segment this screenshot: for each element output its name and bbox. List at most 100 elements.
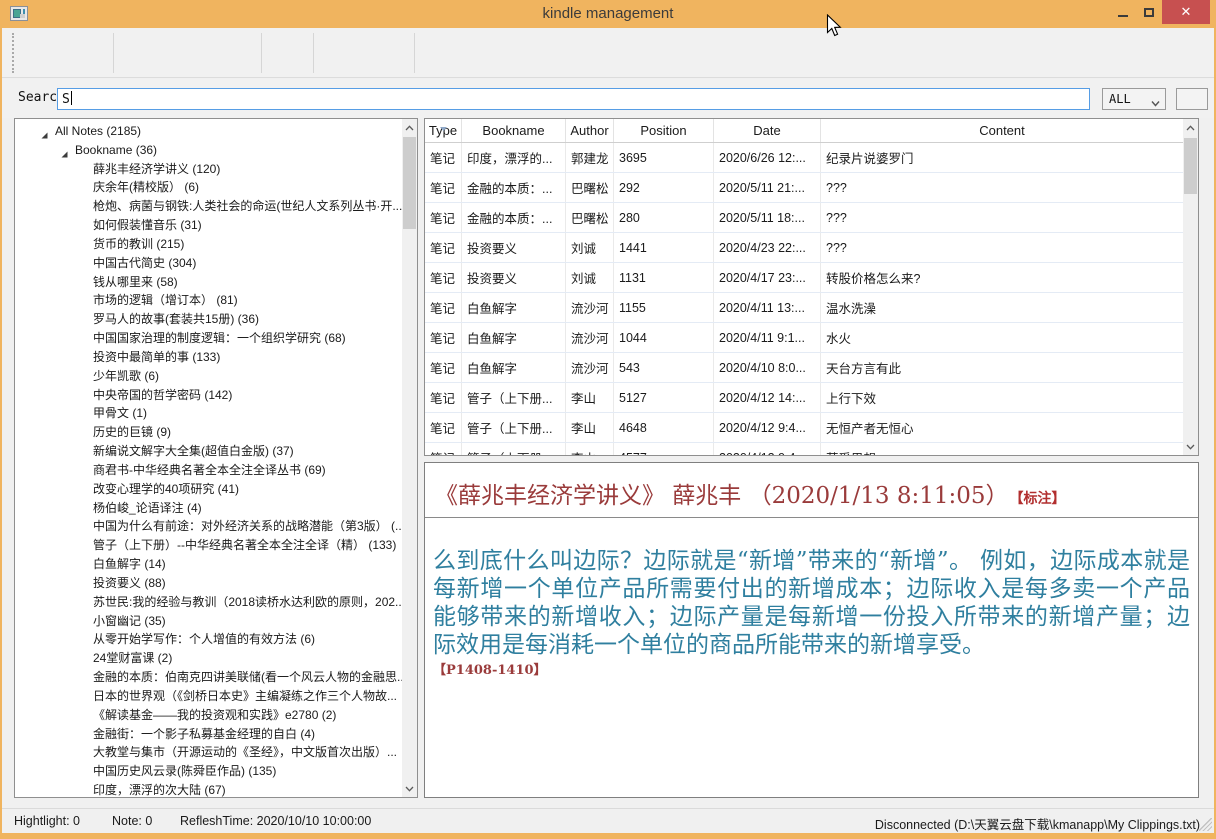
scroll-up-icon[interactable]: [402, 119, 417, 136]
tree-item[interactable]: 小窗幽记 (35): [15, 612, 402, 631]
table-row[interactable]: 笔记白鱼解字流沙河5432020/4/10 8:0...天台方言有此: [425, 353, 1183, 383]
table-row[interactable]: 笔记印度，漂浮的...郭建龙36952020/6/26 12:...纪录片说婆罗…: [425, 143, 1183, 173]
cell-bookname: 印度，漂浮的...: [462, 143, 566, 172]
tree-item[interactable]: 庆余年(精校版） (6): [15, 178, 402, 197]
tree-item[interactable]: 如何假装懂音乐 (31): [15, 216, 402, 235]
sort-indicator-icon[interactable]: [439, 119, 448, 137]
close-button[interactable]: ✕: [1162, 0, 1210, 24]
tree-expand-arrow-icon[interactable]: [40, 127, 49, 141]
tree-item[interactable]: 少年凯歌 (6): [15, 367, 402, 386]
column-header-content[interactable]: Content: [821, 119, 1183, 142]
tree-item[interactable]: 印度，漂浮的次大陆 (67): [15, 781, 402, 798]
tree-item[interactable]: All Notes (2185): [15, 122, 402, 141]
tree-item[interactable]: 中国历史风云录(陈舜臣作品) (135): [15, 762, 402, 781]
tree-item[interactable]: 投资中最简单的事 (133): [15, 348, 402, 367]
tree-item[interactable]: 中央帝国的哲学密码 (142): [15, 386, 402, 405]
titlebar[interactable]: kindle management ✕: [0, 0, 1216, 28]
column-header-position[interactable]: Position: [614, 119, 714, 142]
tree-item[interactable]: 金融街：一个影子私募基金经理的自白 (4): [15, 725, 402, 744]
tree-item-label: 薛兆丰经济学讲义 (120): [93, 162, 220, 176]
mouse-cursor-icon: [826, 14, 842, 43]
tree-scrollbar[interactable]: [402, 119, 417, 797]
table-scrollbar[interactable]: [1183, 119, 1198, 455]
cell-author: 流沙河: [566, 353, 614, 382]
table-row[interactable]: 笔记投资要义刘诚14412020/4/23 22:...???: [425, 233, 1183, 263]
cell-date: 2020/4/23 22:...: [714, 233, 821, 262]
tree-item-label: 管子（上下册）--中华经典名著全本全注全译（精） (133): [93, 538, 396, 552]
table-row[interactable]: 笔记金融的本质：...巴曙松2922020/5/11 21:...???: [425, 173, 1183, 203]
tree-item[interactable]: 商君书-中华经典名著全本全注全译丛书 (69): [15, 461, 402, 480]
tree-expand-arrow-icon[interactable]: [60, 146, 69, 160]
tree-item[interactable]: 《解读基金——我的投资观和实践》e2780 (2): [15, 706, 402, 725]
tree-item[interactable]: 白鱼解字 (14): [15, 555, 402, 574]
cell-content: ???: [821, 173, 1183, 202]
minimize-button[interactable]: [1110, 0, 1136, 24]
tree-item[interactable]: 市场的逻辑（增订本） (81): [15, 291, 402, 310]
maximize-button[interactable]: [1136, 0, 1162, 24]
tree-item[interactable]: 历史的巨镜 (9): [15, 423, 402, 442]
column-header-date[interactable]: Date: [714, 119, 821, 142]
note-page-reference: 【P1408-1410】: [433, 659, 547, 678]
tree-item-label: 中国古代简史 (304): [93, 256, 196, 270]
note-detail-panel: 《薛兆丰经济学讲义》 薛兆丰 （2020/1/13 8:11:05）【标注】 么…: [424, 462, 1199, 798]
cell-author: 李山: [566, 443, 614, 455]
cell-content: 温水洗澡: [821, 293, 1183, 322]
tree-item-label: 印度，漂浮的次大陆 (67): [93, 783, 226, 797]
tree-item[interactable]: 日本的世界观（《剑桥日本史》主编凝练之作三个人物故...: [15, 687, 402, 706]
cell-type: 笔记: [425, 353, 462, 382]
table-row[interactable]: 笔记金融的本质：...巴曙松2802020/5/11 18:...???: [425, 203, 1183, 233]
tree-item-label: 商君书-中华经典名著全本全注全译丛书 (69): [93, 463, 326, 477]
tree-item[interactable]: 从零开始学写作：个人增值的有效方法 (6): [15, 630, 402, 649]
tree-item[interactable]: 大教堂与集市（开源运动的《圣经》，中文版首次出版）...: [15, 743, 402, 762]
cell-content: 水火: [821, 323, 1183, 352]
cell-type: 笔记: [425, 233, 462, 262]
table-row[interactable]: 笔记管子（上下册...李山45772020/4/12 9:4...莫受思想: [425, 443, 1183, 455]
resize-grip[interactable]: [1199, 818, 1212, 831]
table-row[interactable]: 笔记投资要义刘诚11312020/4/17 23:...转股价格怎么来?: [425, 263, 1183, 293]
search-input[interactable]: S: [57, 88, 1090, 110]
column-header-author[interactable]: Author: [566, 119, 614, 142]
scroll-down-icon[interactable]: [1183, 438, 1198, 455]
tree-item[interactable]: 货币的教训 (215): [15, 235, 402, 254]
tree-item[interactable]: 薛兆丰经济学讲义 (120): [15, 160, 402, 179]
cell-type: 笔记: [425, 143, 462, 172]
tree-item[interactable]: 24堂财富课 (2): [15, 649, 402, 668]
tree-item[interactable]: 钱从哪里来 (58): [15, 273, 402, 292]
table-row[interactable]: 笔记白鱼解字流沙河10442020/4/11 9:1...水火: [425, 323, 1183, 353]
table-header: TypeBooknameAuthorPositionDateContent: [425, 119, 1183, 143]
tree-item[interactable]: 杨伯峻_论语译注 (4): [15, 499, 402, 518]
tree-item-label: 从零开始学写作：个人增值的有效方法 (6): [93, 632, 315, 646]
tree-item[interactable]: Bookname (36): [15, 141, 402, 160]
search-action-button[interactable]: [1176, 88, 1208, 110]
filter-dropdown[interactable]: ALL: [1102, 88, 1166, 110]
tree-item[interactable]: 苏世民:我的经验与教训（2018读桥水达利欧的原则，202...: [15, 593, 402, 612]
table-scrollbar-thumb[interactable]: [1184, 138, 1197, 194]
tree-item[interactable]: 罗马人的故事(套装共15册) (36): [15, 310, 402, 329]
tree-item-label: 中国为什么有前途：对外经济关系的战略潜能（第3版） (...: [93, 519, 402, 533]
cell-date: 2020/4/11 9:1...: [714, 323, 821, 352]
column-header-bookname[interactable]: Bookname: [462, 119, 566, 142]
table-row[interactable]: 笔记白鱼解字流沙河11552020/4/11 13:...温水洗澡: [425, 293, 1183, 323]
tree-scrollbar-thumb[interactable]: [403, 137, 416, 229]
cell-date: 2020/6/26 12:...: [714, 143, 821, 172]
tree-item-label: 改变心理学的40项研究 (41): [93, 482, 239, 496]
tree-item[interactable]: 管子（上下册）--中华经典名著全本全注全译（精） (133): [15, 536, 402, 555]
tree-item-label: 枪炮、病菌与钢铁:人类社会的命运(世纪人文系列丛书·开...: [93, 199, 402, 213]
tree-item[interactable]: 枪炮、病菌与钢铁:人类社会的命运(世纪人文系列丛书·开...: [15, 197, 402, 216]
tree-item[interactable]: 投资要义 (88): [15, 574, 402, 593]
cell-author: 刘诚: [566, 263, 614, 292]
tree-item[interactable]: 改变心理学的40项研究 (41): [15, 480, 402, 499]
toolbar-grip[interactable]: [12, 33, 15, 73]
tree-item[interactable]: 中国为什么有前途：对外经济关系的战略潜能（第3版） (...: [15, 517, 402, 536]
tree-item[interactable]: 中国古代简史 (304): [15, 254, 402, 273]
tree-item-label: 中央帝国的哲学密码 (142): [93, 388, 232, 402]
table-row[interactable]: 笔记管子（上下册...李山51272020/4/12 14:...上行下效: [425, 383, 1183, 413]
tree-item[interactable]: 金融的本质：伯南克四讲美联储(看一个风云人物的金融思...: [15, 668, 402, 687]
tree-item[interactable]: 甲骨文 (1): [15, 404, 402, 423]
table-row[interactable]: 笔记管子（上下册...李山46482020/4/12 9:4...无恒产者无恒心: [425, 413, 1183, 443]
tree-item[interactable]: 新编说文解字大全集(超值白金版) (37): [15, 442, 402, 461]
tree-item[interactable]: 中国国家治理的制度逻辑：一个组织学研究 (68): [15, 329, 402, 348]
scroll-up-icon[interactable]: [1183, 119, 1198, 136]
scroll-down-icon[interactable]: [402, 780, 417, 797]
cell-date: 2020/4/12 9:4...: [714, 443, 821, 455]
